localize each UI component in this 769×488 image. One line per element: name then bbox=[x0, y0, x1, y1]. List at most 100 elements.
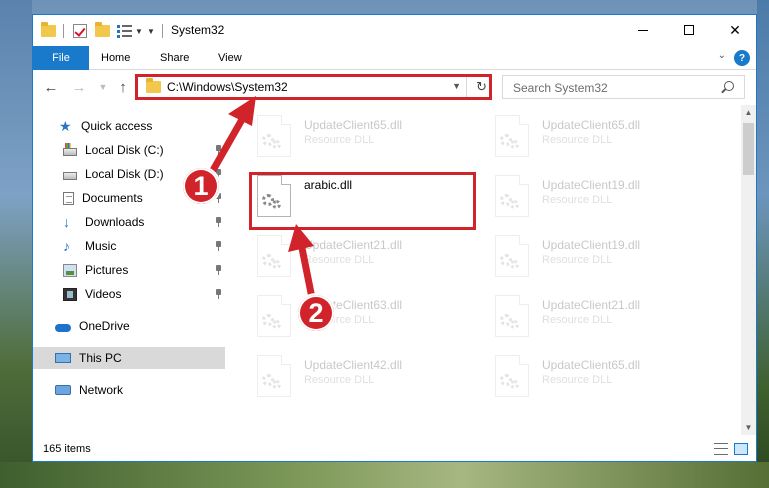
dll-file-icon bbox=[257, 355, 291, 397]
star-icon: ★ bbox=[59, 117, 72, 134]
file-name: UpdateClient19.dll bbox=[542, 238, 641, 252]
minimize-icon bbox=[638, 29, 648, 31]
sidebar-item-downloads[interactable]: ↓ Downloads bbox=[33, 211, 225, 233]
refresh-icon[interactable]: ↻ bbox=[476, 79, 487, 95]
file-item[interactable]: UpdateClient65.dll Resource DLL bbox=[489, 109, 719, 165]
music-icon: ♪ bbox=[63, 237, 70, 254]
sidebar-item-label: Pictures bbox=[85, 263, 129, 277]
pin-icon bbox=[215, 241, 221, 251]
file-name: UpdateClient65.dll bbox=[542, 358, 641, 372]
tab-view[interactable]: View bbox=[218, 46, 242, 70]
scroll-down-icon[interactable]: ▼ bbox=[741, 420, 756, 435]
maximize-icon bbox=[684, 25, 694, 35]
forward-button[interactable]: → bbox=[69, 77, 89, 97]
pictures-icon bbox=[63, 263, 77, 277]
pin-icon bbox=[215, 217, 221, 227]
properties-check-icon[interactable] bbox=[73, 22, 87, 40]
documents-icon bbox=[63, 191, 74, 205]
file-item[interactable]: UpdateClient63.dll Resource DLL bbox=[251, 289, 481, 345]
vertical-scrollbar[interactable]: ▲ ▼ bbox=[741, 105, 756, 435]
close-button[interactable]: ✕ bbox=[712, 15, 758, 45]
folder-icon bbox=[41, 22, 56, 40]
separator bbox=[162, 22, 163, 40]
desktop-background-right bbox=[757, 0, 769, 488]
file-type: Resource DLL bbox=[542, 134, 613, 146]
address-bar[interactable]: C:\Windows\System32 ▼ ↻ bbox=[137, 75, 492, 99]
folder-icon bbox=[146, 78, 161, 93]
dll-file-icon bbox=[495, 235, 529, 277]
sidebar-item-label: Music bbox=[85, 239, 117, 253]
up-button[interactable]: ↑ bbox=[113, 77, 133, 97]
sidebar-item-quick-access[interactable]: ★ Quick access bbox=[33, 115, 225, 137]
local-disk-icon bbox=[63, 171, 77, 180]
callout-1: 1 bbox=[181, 166, 221, 206]
file-type: Resource DLL bbox=[542, 194, 613, 206]
scroll-up-icon[interactable]: ▲ bbox=[741, 105, 756, 120]
sidebar-item-pictures[interactable]: Pictures bbox=[33, 259, 225, 281]
network-icon bbox=[55, 385, 71, 395]
file-type: Resource DLL bbox=[542, 314, 613, 326]
dll-file-icon bbox=[257, 175, 291, 217]
file-name: UpdateClient65.dll bbox=[542, 118, 641, 132]
new-folder-icon[interactable] bbox=[95, 22, 110, 40]
pin-icon bbox=[215, 289, 221, 299]
pin-icon bbox=[215, 145, 221, 155]
window-title: System32 bbox=[171, 23, 225, 37]
onedrive-icon bbox=[55, 323, 71, 332]
ribbon-tabs: File Home Share View ⌄ ? bbox=[33, 46, 756, 70]
sidebar-item-music[interactable]: ♪ Music bbox=[33, 235, 225, 257]
file-name: UpdateClient19.dll bbox=[542, 178, 641, 192]
tab-file[interactable]: File bbox=[33, 46, 89, 70]
search-input[interactable]: Search System32 bbox=[502, 75, 745, 99]
pin-icon bbox=[215, 265, 221, 275]
qa-dropdown-icon[interactable]: ▼ bbox=[147, 22, 155, 40]
file-item[interactable]: UpdateClient42.dll Resource DLL bbox=[251, 349, 481, 405]
details-view-icon[interactable] bbox=[714, 443, 728, 455]
back-button[interactable]: ← bbox=[41, 77, 61, 97]
file-type: Resource DLL bbox=[304, 254, 375, 266]
file-item[interactable]: UpdateClient65.dll Resource DLL bbox=[489, 349, 719, 405]
sidebar-item-this-pc[interactable]: This PC bbox=[33, 347, 225, 369]
sidebar-item-local-disk-c[interactable]: Local Disk (C:) bbox=[33, 139, 225, 161]
dll-file-icon bbox=[495, 115, 529, 157]
customize-toolbar-icon[interactable]: ▼ bbox=[117, 22, 143, 40]
status-bar: 165 items bbox=[33, 439, 756, 461]
file-type: Resource DLL bbox=[542, 374, 613, 386]
file-list: UpdateClient65.dll Resource DLL arabic.d… bbox=[227, 105, 743, 435]
tab-share[interactable]: Share bbox=[160, 46, 189, 70]
sidebar-item-label: Downloads bbox=[85, 215, 145, 229]
file-item[interactable]: UpdateClient21.dll Resource DLL bbox=[251, 229, 481, 285]
maximize-button[interactable] bbox=[666, 15, 712, 45]
navigation-pane: ★ Quick access Local Disk (C:) Local Dis… bbox=[33, 105, 225, 435]
dll-file-icon bbox=[257, 235, 291, 277]
file-item[interactable]: UpdateClient65.dll Resource DLL bbox=[251, 109, 481, 165]
file-type: Resource DLL bbox=[542, 254, 613, 266]
desktop-background-bottom bbox=[0, 462, 769, 488]
file-type: Resource DLL bbox=[304, 374, 375, 386]
file-item[interactable]: UpdateClient19.dll Resource DLL bbox=[489, 229, 719, 285]
file-item[interactable]: UpdateClient21.dll Resource DLL bbox=[489, 289, 719, 345]
sidebar-item-onedrive[interactable]: OneDrive bbox=[33, 315, 225, 337]
address-dropdown-icon[interactable]: ▼ bbox=[452, 81, 461, 91]
sidebar-item-label: Documents bbox=[82, 191, 143, 205]
expand-ribbon-icon[interactable]: ⌄ bbox=[718, 50, 726, 61]
separator bbox=[466, 76, 467, 98]
search-placeholder: Search System32 bbox=[513, 81, 608, 95]
sidebar-item-label: Local Disk (C:) bbox=[85, 143, 164, 157]
file-name: UpdateClient21.dll bbox=[542, 298, 641, 312]
recent-locations-button[interactable]: ▼ bbox=[93, 77, 113, 97]
large-icons-view-icon[interactable] bbox=[734, 443, 748, 455]
sidebar-item-videos[interactable]: Videos bbox=[33, 283, 225, 305]
videos-icon bbox=[63, 287, 77, 301]
tab-home[interactable]: Home bbox=[101, 46, 130, 70]
scrollbar-thumb[interactable] bbox=[743, 123, 754, 175]
chevron-down-icon[interactable]: ▼ bbox=[135, 27, 143, 36]
this-pc-icon bbox=[55, 353, 71, 363]
file-item-arabic-dll[interactable]: arabic.dll bbox=[251, 169, 481, 225]
minimize-button[interactable] bbox=[620, 15, 666, 45]
search-icon[interactable] bbox=[724, 81, 734, 91]
file-item[interactable]: UpdateClient19.dll Resource DLL bbox=[489, 169, 719, 225]
help-icon[interactable]: ? bbox=[734, 50, 750, 66]
address-path[interactable]: C:\Windows\System32 bbox=[167, 80, 288, 94]
sidebar-item-network[interactable]: Network bbox=[33, 379, 225, 401]
